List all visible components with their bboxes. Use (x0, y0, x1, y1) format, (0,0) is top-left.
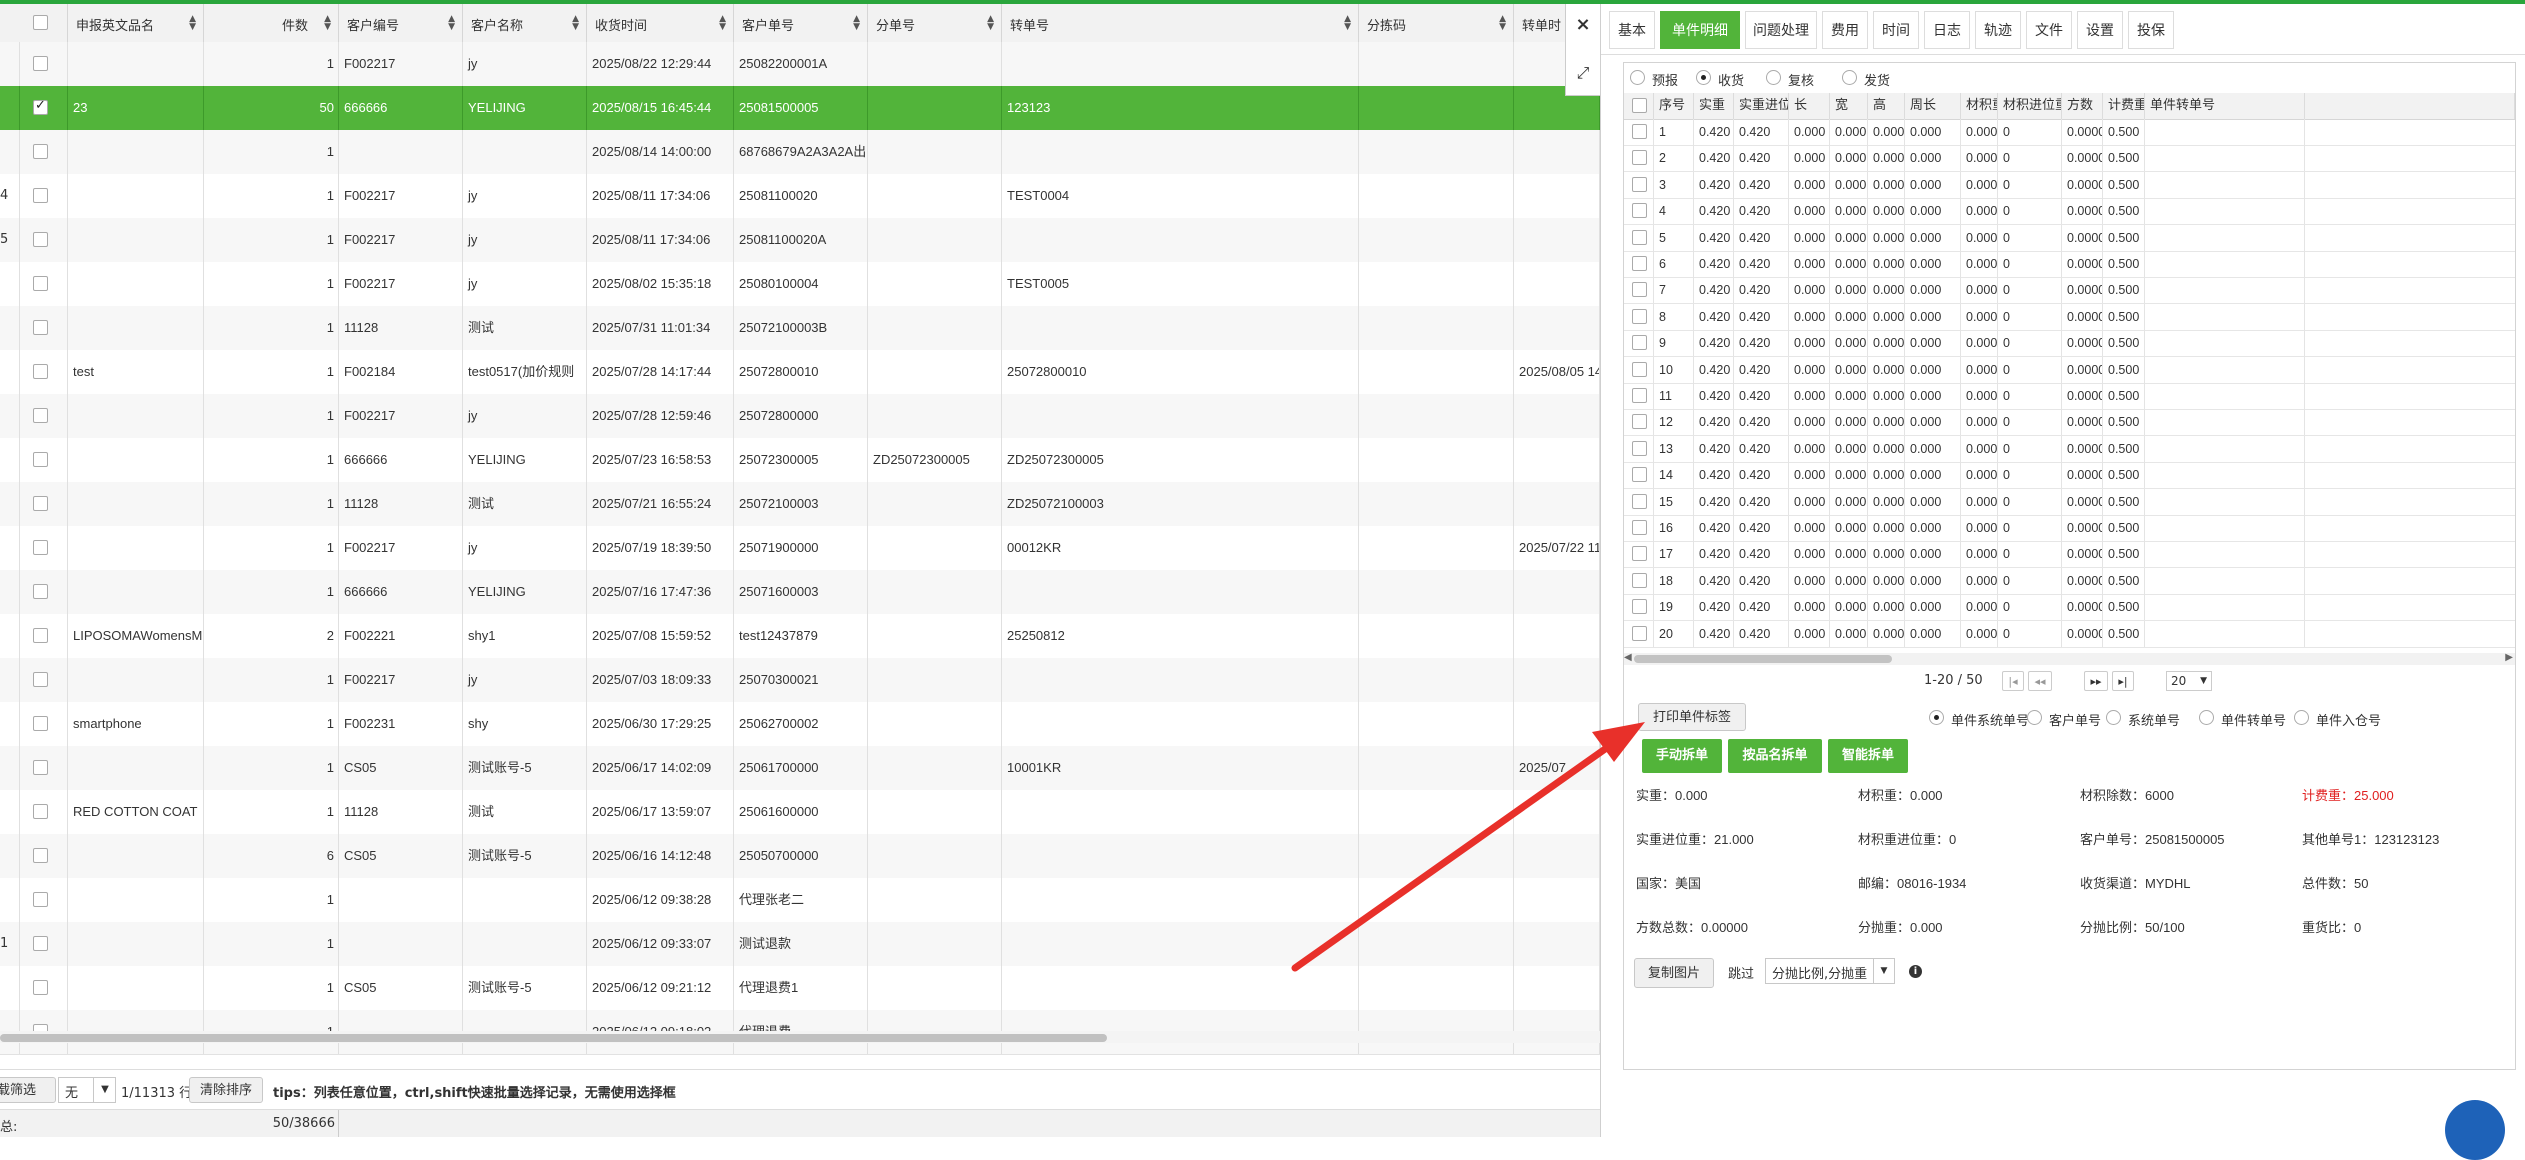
arrow-shaft (1291, 738, 1619, 972)
annotation-arrow (1291, 722, 1645, 972)
